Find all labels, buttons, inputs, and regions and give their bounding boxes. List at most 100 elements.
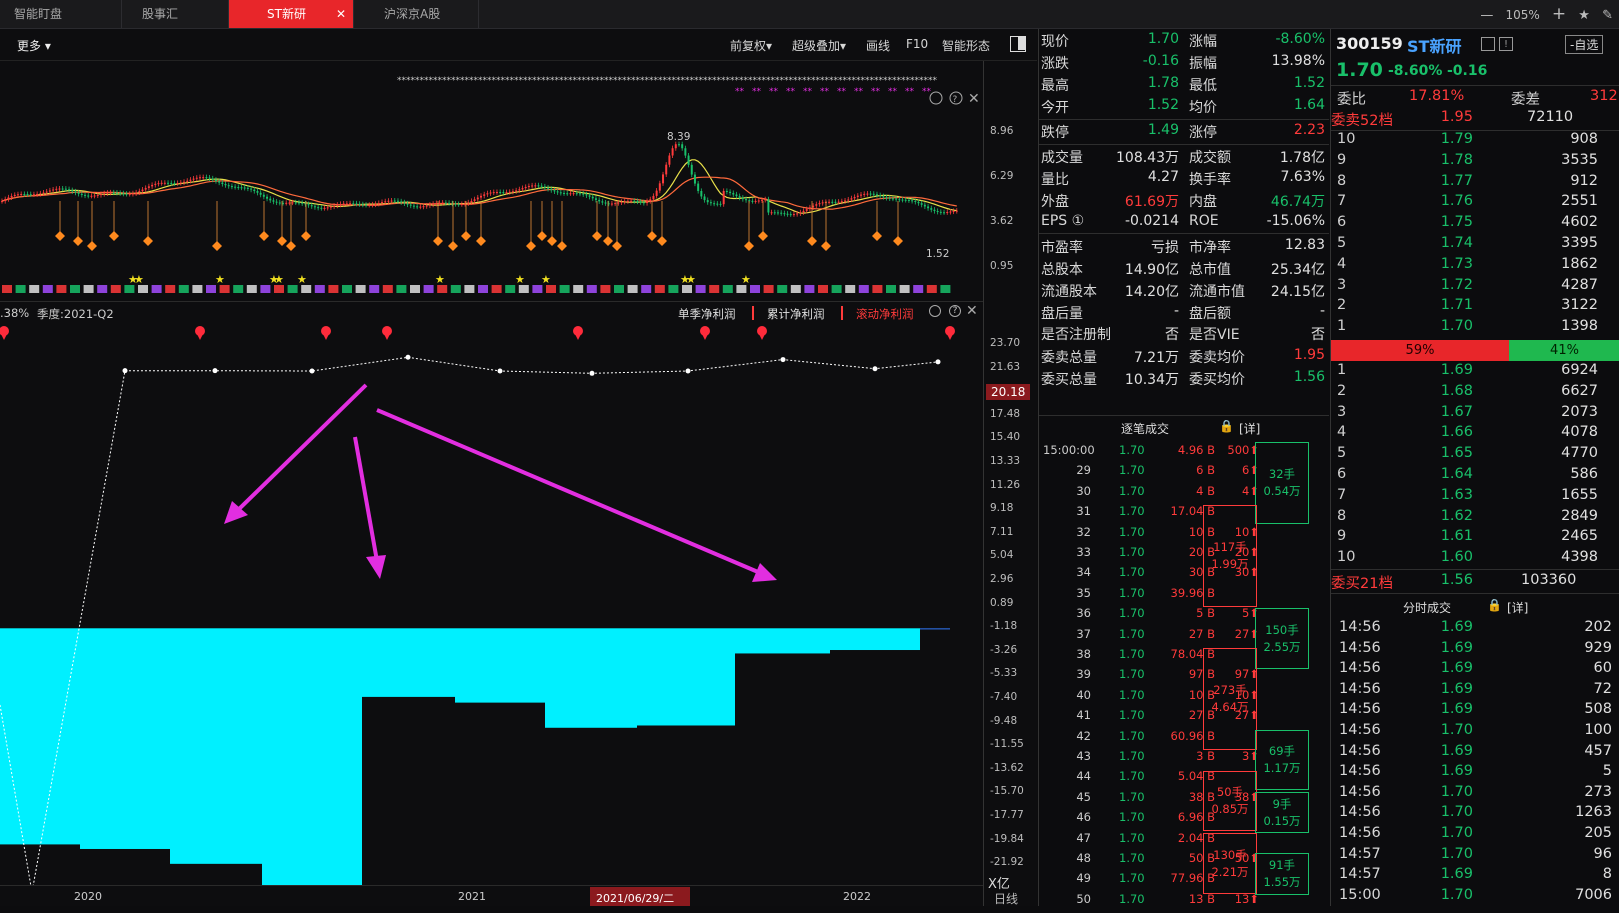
tick-count: 27⬆ (1234, 626, 1259, 641)
bid-level[interactable]: 2 1.68 6627 (1331, 383, 1619, 404)
bid-level[interactable]: 4 1.66 4078 (1331, 424, 1619, 445)
trade-time: 14:56 (1339, 639, 1381, 656)
lock-icon[interactable]: 🔒 (1219, 419, 1234, 433)
panel-toggle-icon[interactable] (1010, 36, 1026, 52)
ask-level[interactable]: 9 1.78 3535 (1331, 152, 1619, 173)
fuquan-menu[interactable]: 前复权▾ (730, 37, 772, 54)
more-menu[interactable]: 更多 ▾ (17, 37, 51, 54)
trade-price: 1.70 (1440, 886, 1473, 903)
pattern-star: *** (465, 76, 479, 86)
ask-level[interactable]: 2 1.71 3122 (1331, 297, 1619, 318)
tab-gushihui[interactable]: 股事汇 (122, 0, 229, 28)
ask-level[interactable]: 3 1.72 4287 (1331, 277, 1619, 298)
tick-price: 1.70 (1119, 830, 1145, 845)
level-index: 6 (1337, 214, 1347, 231)
pattern-star: *** (559, 76, 573, 86)
tick-price: 1.70 (1119, 647, 1145, 661)
quote-value: 1.49 (1147, 122, 1179, 138)
tab-st-xinyan[interactable]: ST新研 ✕ (229, 0, 354, 28)
alert-icon[interactable]: ! (1499, 37, 1513, 51)
chart-settings[interactable]: ? ✕ (929, 91, 980, 107)
trade-volume: 100 (1584, 722, 1612, 738)
smart-pattern-button[interactable]: 智能形态 (942, 37, 990, 54)
tab-rolling-profit[interactable]: 滚动净利润 (856, 306, 914, 322)
overlay-menu[interactable]: 超级叠加▾ (792, 37, 846, 54)
tick-row: 32 1.70 10 B 10⬆ (1039, 525, 1329, 546)
y-tick: 8.96 (990, 125, 1014, 137)
ask-level[interactable]: 1 1.70 1398 (1331, 318, 1619, 339)
tick-time: 34 (1076, 565, 1091, 580)
quote-label: 内盘 (1189, 194, 1217, 210)
ticks-detail-link[interactable]: [详] (1239, 420, 1260, 437)
level-volume: 2849 (1561, 507, 1598, 524)
kline-chart[interactable]: *** *** *** *** *** *** *** *** *** *** *** *** *** *… (0, 61, 983, 301)
bid-level[interactable]: 6 1.64 586 (1331, 466, 1619, 487)
minus-icon[interactable]: — (1480, 8, 1493, 23)
ask-level[interactable]: 8 1.77 912 (1331, 173, 1619, 194)
add-watchlist-button[interactable]: -自选 (1565, 35, 1604, 54)
trades-title: 分时成交 (1403, 601, 1452, 615)
tab-single-quarter-profit[interactable]: 单季净利润 (678, 306, 736, 322)
ask-level[interactable]: 4 1.73 1862 (1331, 256, 1619, 277)
ask-level[interactable]: 10 1.79 908 (1331, 131, 1619, 152)
y-tick: -3.26 (990, 643, 1018, 656)
bid-level[interactable]: 8 1.62 2849 (1331, 508, 1619, 529)
level-volume: 908 (1570, 131, 1598, 147)
ask-level[interactable]: 6 1.75 4602 (1331, 214, 1619, 235)
trade-block: 150手 2.55万 (1255, 608, 1309, 669)
signal-diamond (259, 231, 269, 241)
tick-price: 1.70 (1119, 851, 1145, 865)
quote-row: 流通股本 14.20亿 流通市值 24.15亿 (1039, 281, 1329, 303)
candles (1, 141, 958, 217)
tab-hushen-a[interactable]: 沪深京A股 (354, 0, 479, 28)
signal-tag (410, 285, 420, 293)
signal-tag (573, 285, 584, 293)
level-price: 1.75 (1440, 214, 1473, 231)
signal-diamond (461, 231, 471, 241)
tick-price: 1.70 (1119, 810, 1145, 825)
change-abs: -0.16 (1447, 63, 1488, 79)
pen-icon[interactable]: ✎ (1602, 8, 1613, 23)
trade-price: 1.70 (1440, 804, 1473, 821)
bid-level[interactable]: 9 1.61 2465 (1331, 528, 1619, 549)
tab-smart-watch[interactable]: 智能盯盘 (0, 0, 122, 28)
tab-cumulative-profit[interactable]: 累计净利润 (767, 306, 825, 322)
copy-icon[interactable] (1481, 37, 1495, 51)
tick-row: 40 1.70 10 B 10⬆ (1039, 688, 1329, 709)
settings-icon[interactable] (929, 305, 941, 317)
signal-diamond (433, 236, 443, 246)
help-icon[interactable]: ? (949, 305, 961, 317)
trade-time: 14:56 (1339, 825, 1381, 841)
lock-icon[interactable]: 🔒 (1487, 598, 1502, 612)
signal-diamond (73, 236, 83, 246)
f10-button[interactable]: F10 (906, 37, 928, 51)
chart-pane: 更多 ▾ 前复权▾ 超级叠加▾ 画线 F10 智能形态 *** *** *** ***… (0, 29, 1037, 906)
bid-level[interactable]: 3 1.67 2073 (1331, 404, 1619, 425)
rolling-profit-chart[interactable] (0, 325, 983, 885)
trades-detail-link[interactable]: [详] (1507, 599, 1528, 616)
signal-diamond (758, 231, 768, 241)
star-icon: ★ (297, 273, 307, 286)
signal-tag (233, 285, 244, 293)
tick-price: 1.70 (1119, 565, 1145, 580)
bid-level[interactable]: 5 1.65 4770 (1331, 445, 1619, 466)
close-icon[interactable]: ✕ (966, 303, 978, 319)
draw-line-button[interactable]: 画线 (866, 37, 890, 54)
signal-tag (151, 285, 162, 293)
pattern-star: ** (769, 87, 779, 97)
ask-level[interactable]: 7 1.76 2551 (1331, 193, 1619, 214)
close-icon: ✕ (968, 91, 980, 107)
ask-level[interactable]: 5 1.74 3395 (1331, 235, 1619, 256)
signal-diamond (547, 236, 557, 246)
bid-level[interactable]: 10 1.60 4398 (1331, 549, 1619, 570)
star-icon[interactable]: ★ (1578, 8, 1590, 23)
plus-icon[interactable]: + (1552, 4, 1566, 24)
bid-level[interactable]: 7 1.63 1655 (1331, 487, 1619, 508)
star-icon: ★ (134, 273, 144, 286)
bid-level[interactable]: 1 1.69 6924 (1331, 362, 1619, 383)
period-label[interactable]: 日线 (994, 890, 1018, 907)
close-icon[interactable]: ✕ (336, 0, 346, 28)
tick-price: 1.70 (1119, 504, 1145, 519)
tick-time: 44 (1076, 769, 1091, 784)
tick-count: 5⬆ (1242, 606, 1259, 621)
